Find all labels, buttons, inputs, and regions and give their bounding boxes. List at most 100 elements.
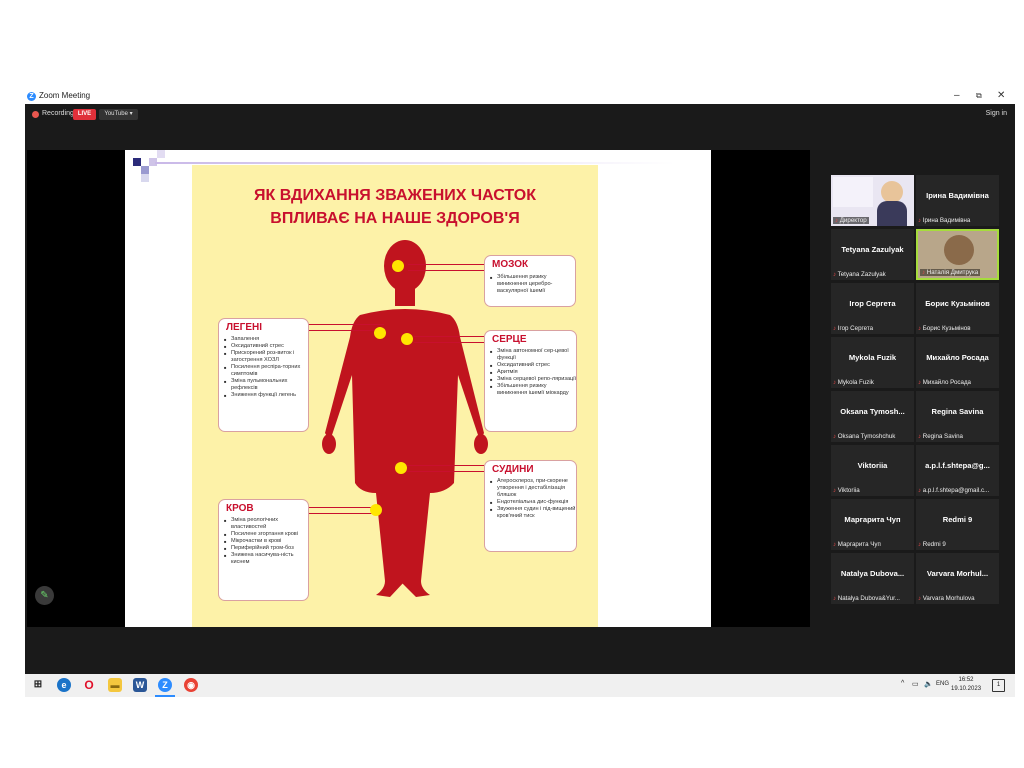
lungs-item: Зниження функції легень (224, 392, 309, 399)
participant-tile-active-speaker[interactable]: ♪ Наталія Дмитрука (916, 229, 999, 280)
window-titlebar: Z Zoom Meeting – ⧉ ✕ (25, 89, 1015, 104)
mic-muted-icon: ♪ (833, 542, 836, 548)
word-icon[interactable]: W (133, 678, 147, 692)
presentation-slide: ЯК ВДИХАННЯ ЗВАЖЕНИХ ЧАСТОК ВПЛИВАЄ НА Н… (125, 150, 711, 627)
slide-deco-square (157, 150, 165, 158)
participant-name: Ігор Сергета (849, 299, 896, 308)
blood-connector (298, 507, 376, 514)
zoom-logo-icon: Z (27, 92, 36, 101)
recording-status[interactable]: Recording (42, 110, 74, 117)
mic-muted-icon: ♪ (835, 218, 838, 224)
blood-marker (370, 504, 382, 516)
lungs-heading: ЛЕГЕНІ (226, 322, 263, 333)
heart-item: Аритмія (490, 369, 577, 376)
zoom-window: Z Zoom Meeting – ⧉ ✕ Recording LIVE YouT… (25, 89, 1015, 697)
zoom-app-icon[interactable]: Z (158, 678, 172, 692)
participant-name: Varvara Morhul... (926, 569, 989, 578)
lungs-item: Посилення респіра-торних симптомів (224, 364, 309, 378)
tray-overflow-icon[interactable]: ^ (901, 680, 904, 687)
participant-tile[interactable]: Viktoriia ♪ Viktoriia (831, 445, 914, 496)
system-clock[interactable]: 16:52 19.10.2023 (951, 676, 981, 694)
participant-tile[interactable]: Tetyana Zazulyak ♪ Tetyana Zazulyak (831, 229, 914, 280)
participant-tile[interactable]: Redmi 9 ♪ Redmi 9 (916, 499, 999, 550)
participant-name: Oksana Tymosh... (840, 407, 905, 416)
shared-screen: ЯК ВДИХАННЯ ЗВАЖЕНИХ ЧАСТОК ВПЛИВАЄ НА Н… (27, 150, 810, 627)
participant-label: ♪ Oksana Tymoshchuk (833, 433, 896, 440)
brain-connector (408, 264, 484, 271)
participant-name: Ірина Вадимівна (926, 191, 989, 200)
participant-label: ♪ Mykola Fuzik (833, 379, 874, 386)
meeting-topbar: Recording LIVE YouTube ▾ Sign in (25, 104, 1015, 126)
participant-name: Viktoriia (857, 461, 888, 470)
mic-muted-icon: ♪ (833, 326, 836, 332)
participant-label: ♪ Varvara Morhulova (918, 595, 975, 602)
mic-muted-icon: ♪ (918, 380, 921, 386)
lungs-connector (298, 324, 384, 331)
volume-icon[interactable]: 🔈 (924, 680, 933, 688)
sign-in-link[interactable]: Sign in (986, 110, 1007, 117)
blood-item: Зміна реологічних властивостей (224, 517, 309, 531)
participant-tile[interactable]: a.p.l.f.shtepa@g... ♪ a.p.l.f.shtepa@gma… (916, 445, 999, 496)
participant-name: Mykola Fuzik (848, 353, 897, 362)
participant-label: ♪ Regina Savina (918, 433, 963, 440)
blood-item: Знижена насичува-ність киснем (224, 552, 309, 566)
chrome-browser-icon[interactable]: ◉ (184, 678, 198, 692)
mic-muted-icon: ♪ (833, 272, 836, 278)
participant-tile[interactable]: Oksana Tymosh... ♪ Oksana Tymoshchuk (831, 391, 914, 442)
network-icon[interactable]: ▭ (912, 680, 919, 688)
lungs-item: Запалення (224, 336, 309, 343)
minimize-button[interactable]: – (954, 90, 960, 101)
close-button[interactable]: ✕ (997, 90, 1005, 101)
mic-muted-icon: ♪ (918, 326, 921, 332)
maximize-button[interactable]: ⧉ (976, 91, 982, 101)
participant-name: Борис Кузьмінов (925, 299, 990, 308)
shared-slide-thumbnail (833, 177, 873, 207)
notifications-icon[interactable]: 1 (992, 679, 1005, 692)
language-indicator[interactable]: ENG (936, 681, 949, 687)
vessels-heading: СУДИНИ (492, 464, 534, 475)
participant-label: ♪ Наталія Дмитрука (920, 269, 981, 276)
heart-item: Зміна серцевої репо-ляризації (490, 376, 577, 383)
participant-tile[interactable]: Ігор Сергета ♪ Ігор Сергета (831, 283, 914, 334)
participant-name: Михайло Росада (926, 353, 989, 362)
mic-muted-icon: ♪ (918, 434, 921, 440)
participant-tile[interactable]: Михайло Росада ♪ Михайло Росада (916, 337, 999, 388)
annotate-pencil-icon[interactable]: ✎ (35, 586, 54, 605)
slide-deco-square (141, 174, 149, 182)
participant-tile[interactable]: Ірина Вадимівна ♪ Ірина Вадимівна (916, 175, 999, 226)
brain-item: Збільшення ризику виникнення церебро-вас… (490, 274, 577, 295)
participant-label: ♪ Tetyana Zazulyak (833, 271, 886, 278)
vessels-list: Атеросклероз, при-скорене утворення і де… (488, 478, 577, 520)
participant-shoulders (877, 201, 907, 226)
participant-tile[interactable]: Маргарита Чуп ♪ Маргарита Чуп (831, 499, 914, 550)
brain-heading: МОЗОК (492, 259, 529, 270)
slide-deco-square (141, 166, 149, 174)
participant-face (881, 181, 903, 203)
participant-tile[interactable]: ♪ Директор (831, 175, 914, 226)
participant-label: ♪ Viktoriia (833, 487, 860, 494)
participant-label: ♪ Natalya Dubova&Yur... (833, 595, 900, 602)
participant-tile[interactable]: Natalya Dubova... ♪ Natalya Dubova&Yur..… (831, 553, 914, 604)
windows-start-icon[interactable]: ⊞ (31, 678, 45, 692)
participant-tile[interactable]: Борис Кузьмінов ♪ Борис Кузьмінов (916, 283, 999, 334)
mic-muted-icon: ♪ (918, 596, 921, 602)
heart-heading: СЕРЦЕ (492, 334, 527, 345)
edge-browser-icon[interactable]: e (57, 678, 71, 692)
window-title: Zoom Meeting (39, 91, 91, 100)
slide-deco-line (155, 162, 675, 164)
mic-muted-icon: ♪ (833, 380, 836, 386)
lungs-marker (374, 327, 386, 339)
participant-tile[interactable]: Mykola Fuzik ♪ Mykola Fuzik (831, 337, 914, 388)
participant-tile[interactable]: Varvara Morhul... ♪ Varvara Morhulova (916, 553, 999, 604)
heart-marker (401, 333, 413, 345)
blood-item: Мікрочастки в крові (224, 538, 309, 545)
live-badge[interactable]: LIVE (73, 109, 96, 120)
opera-browser-icon[interactable]: O (82, 678, 96, 692)
participant-label: ♪ Ірина Вадимівна (918, 217, 971, 224)
participant-face (944, 235, 974, 265)
participant-tile[interactable]: Regina Savina ♪ Regina Savina (916, 391, 999, 442)
youtube-dropdown[interactable]: YouTube ▾ (99, 109, 138, 120)
file-explorer-icon[interactable]: ▬ (108, 678, 122, 692)
mic-muted-icon: ♪ (918, 542, 921, 548)
lungs-infobox: ЛЕГЕНІ Запалення Оксидативний стрес Прис… (218, 318, 309, 432)
